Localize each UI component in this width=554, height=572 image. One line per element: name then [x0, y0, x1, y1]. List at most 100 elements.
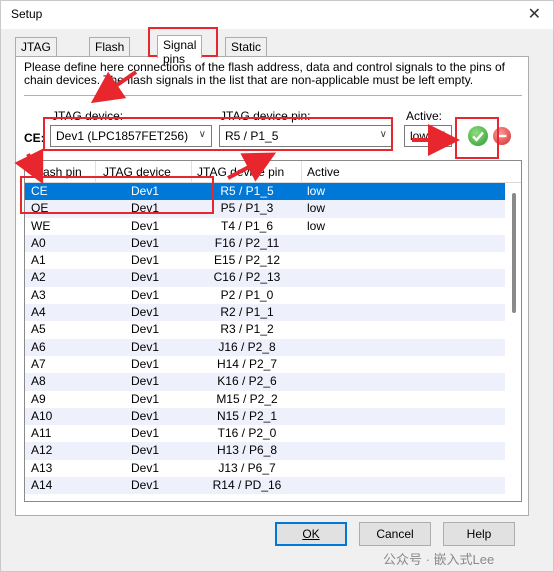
flash-pin-cell: A5 — [31, 322, 46, 337]
table-row[interactable]: A8 Dev1 K16 / P2_6 — [25, 373, 505, 391]
header-jtag-device-pin[interactable]: JTAG device pin — [197, 165, 284, 179]
jtag-device-pin-cell: R5 / P1_5 — [220, 184, 274, 198]
scrollbar-thumb[interactable] — [512, 193, 516, 313]
ce-label: CE: — [24, 131, 45, 145]
active-combo[interactable]: low ∨ — [404, 125, 452, 147]
jtag-device-pin-cell: R2 / P1_1 — [220, 305, 274, 320]
tab-signal-pins[interactable]: Signal pins — [157, 35, 203, 66]
jtag-device-pin-cell: E15 / P2_12 — [213, 253, 281, 268]
flash-pin-cell: A9 — [31, 391, 46, 406]
window-title: Setup — [11, 7, 43, 21]
title-bar: Setup ✕ — [1, 1, 553, 29]
flash-pin-cell: A6 — [31, 339, 46, 354]
jtag-device-cell: Dev1 — [130, 408, 159, 423]
table-row[interactable]: A0 Dev1 F16 / P2_11 — [25, 234, 505, 253]
description-text: Please define here connections of the fl… — [24, 60, 505, 87]
jtag-device-pin-cell: P2 / P1_0 — [220, 287, 274, 302]
header-jtag-device[interactable]: JTAG device — [103, 165, 171, 179]
jtag-device-pin-cell: H13 / P6_8 — [216, 443, 278, 458]
flash-pin-cell: A4 — [31, 305, 46, 320]
header-flash-pin[interactable]: Flash pin — [33, 165, 82, 179]
table-row[interactable]: OE Dev1 P5 / P1_3 low — [25, 200, 505, 218]
jtag-device-label: JTAG device: — [52, 109, 124, 123]
jtag-device-pin-cell: R14 / PD_16 — [212, 478, 282, 493]
jtag-device-cell: Dev1 — [130, 253, 159, 268]
table-row[interactable]: WE Dev1 T4 / P1_6 low — [25, 218, 505, 235]
help-button[interactable]: Help — [443, 522, 515, 546]
active-value: low — [410, 129, 429, 143]
chevron-down-icon: ∨ — [438, 129, 446, 140]
flash-pin-cell: A1 — [31, 253, 46, 268]
chevron-down-icon: ∨ — [379, 129, 387, 140]
ok-button[interactable]: OK — [275, 522, 347, 546]
vertical-scrollbar[interactable] — [512, 185, 518, 501]
flash-pin-cell: OE — [31, 201, 49, 216]
header-active[interactable]: Active — [307, 165, 340, 179]
jtag-device-cell: Dev1 — [130, 460, 159, 475]
jtag-device-pin-cell: T4 / P1_6 — [220, 218, 274, 233]
jtag-device-pin-combo[interactable]: R5 / P1_5 ∨ — [219, 125, 393, 147]
separator-line — [24, 95, 522, 96]
column-divider — [191, 161, 192, 183]
signal-pins-table[interactable]: Flash pin JTAG device JTAG device pin Ac… — [24, 160, 522, 502]
jtag-device-pin-cell: R3 / P1_2 — [220, 322, 274, 337]
table-row[interactable]: A6 Dev1 J16 / P2_8 — [25, 338, 505, 356]
table-row[interactable]: A1 Dev1 E15 / P2_12 — [25, 252, 505, 269]
flash-pin-cell: A14 — [31, 478, 53, 493]
watermark-text: 公众号 · 嵌入式Lee — [383, 552, 495, 567]
table-row[interactable]: A3 Dev1 P2 / P1_0 — [25, 287, 505, 304]
jtag-device-cell: Dev1 — [130, 305, 159, 320]
tab-jtag-chain[interactable]: JTAG chain — [15, 37, 57, 68]
table-row[interactable]: A13 Dev1 J13 / P6_7 — [25, 460, 505, 477]
column-divider — [95, 161, 96, 183]
cancel-button[interactable]: Cancel — [359, 522, 431, 546]
jtag-device-pin-cell: F16 / P2_11 — [214, 235, 280, 250]
flash-pin-cell: CE — [31, 184, 48, 198]
jtag-device-pin-cell: M15 / P2_2 — [216, 391, 278, 406]
jtag-device-pin-cell: T16 / P2_0 — [217, 426, 277, 441]
active-label: Active: — [406, 109, 443, 123]
jtag-device-cell: Dev1 — [130, 184, 159, 198]
jtag-device-pin-cell: K16 / P2_6 — [217, 374, 277, 389]
flash-pin-cell: A7 — [31, 356, 46, 371]
ok-button-label: OK — [302, 527, 320, 541]
table-row[interactable]: A11 Dev1 T16 / P2_0 — [25, 425, 505, 442]
jtag-device-cell: Dev1 — [130, 270, 159, 285]
table-row[interactable]: A14 Dev1 R14 / PD_16 — [25, 477, 505, 495]
active-cell: low — [307, 218, 326, 233]
table-row[interactable]: A9 Dev1 M15 / P2_2 — [25, 391, 505, 408]
table-row[interactable]: A2 Dev1 C16 / P2_13 — [25, 269, 505, 287]
active-cell: low — [307, 184, 326, 198]
jtag-device-value: Dev1 (LPC1857FET256) — [56, 129, 189, 143]
table-row[interactable]: A12 Dev1 H13 / P6_8 — [25, 442, 505, 460]
jtag-device-pin-cell: H14 / P2_7 — [216, 356, 278, 371]
jtag-device-cell: Dev1 — [130, 374, 159, 389]
chevron-down-icon: ∨ — [198, 129, 206, 140]
jtag-device-pin-cell: P5 / P1_3 — [220, 201, 274, 216]
apply-check-icon[interactable] — [468, 126, 488, 146]
flash-pin-cell: A13 — [31, 460, 53, 475]
jtag-device-combo[interactable]: Dev1 (LPC1857FET256) ∨ — [50, 125, 212, 147]
flash-pin-cell: A10 — [31, 408, 53, 423]
signal-pins-panel: Please define here connections of the fl… — [15, 56, 529, 516]
jtag-device-cell: Dev1 — [130, 322, 159, 337]
jtag-device-cell: Dev1 — [130, 339, 159, 354]
tab-static-pins[interactable]: Static pins — [225, 37, 268, 68]
jtag-device-cell: Dev1 — [130, 443, 159, 458]
table-row[interactable]: CE Dev1 R5 / P1_5 low — [25, 183, 505, 201]
table-header: Flash pin JTAG device JTAG device pin Ac… — [25, 161, 521, 183]
tab-flash-array[interactable]: Flash array — [89, 37, 131, 68]
close-icon[interactable]: ✕ — [528, 4, 541, 24]
jtag-device-pin-label: JTAG device pin: — [220, 109, 311, 123]
table-row[interactable]: A7 Dev1 H14 / P2_7 — [25, 356, 505, 373]
table-row[interactable]: A4 Dev1 R2 / P1_1 — [25, 304, 505, 322]
table-row[interactable]: A5 Dev1 R3 / P1_2 — [25, 321, 505, 338]
flash-pin-cell: A8 — [31, 374, 46, 389]
remove-minus-icon[interactable] — [493, 127, 511, 145]
table-row[interactable]: A10 Dev1 N15 / P2_1 — [25, 407, 505, 426]
jtag-device-cell: Dev1 — [130, 201, 159, 216]
help-button-label: Help — [466, 527, 492, 541]
flash-pin-cell: A2 — [31, 270, 46, 285]
setup-dialog: Setup ✕ JTAG chain Flash array Signal pi… — [0, 0, 554, 572]
active-cell: low — [307, 201, 326, 216]
